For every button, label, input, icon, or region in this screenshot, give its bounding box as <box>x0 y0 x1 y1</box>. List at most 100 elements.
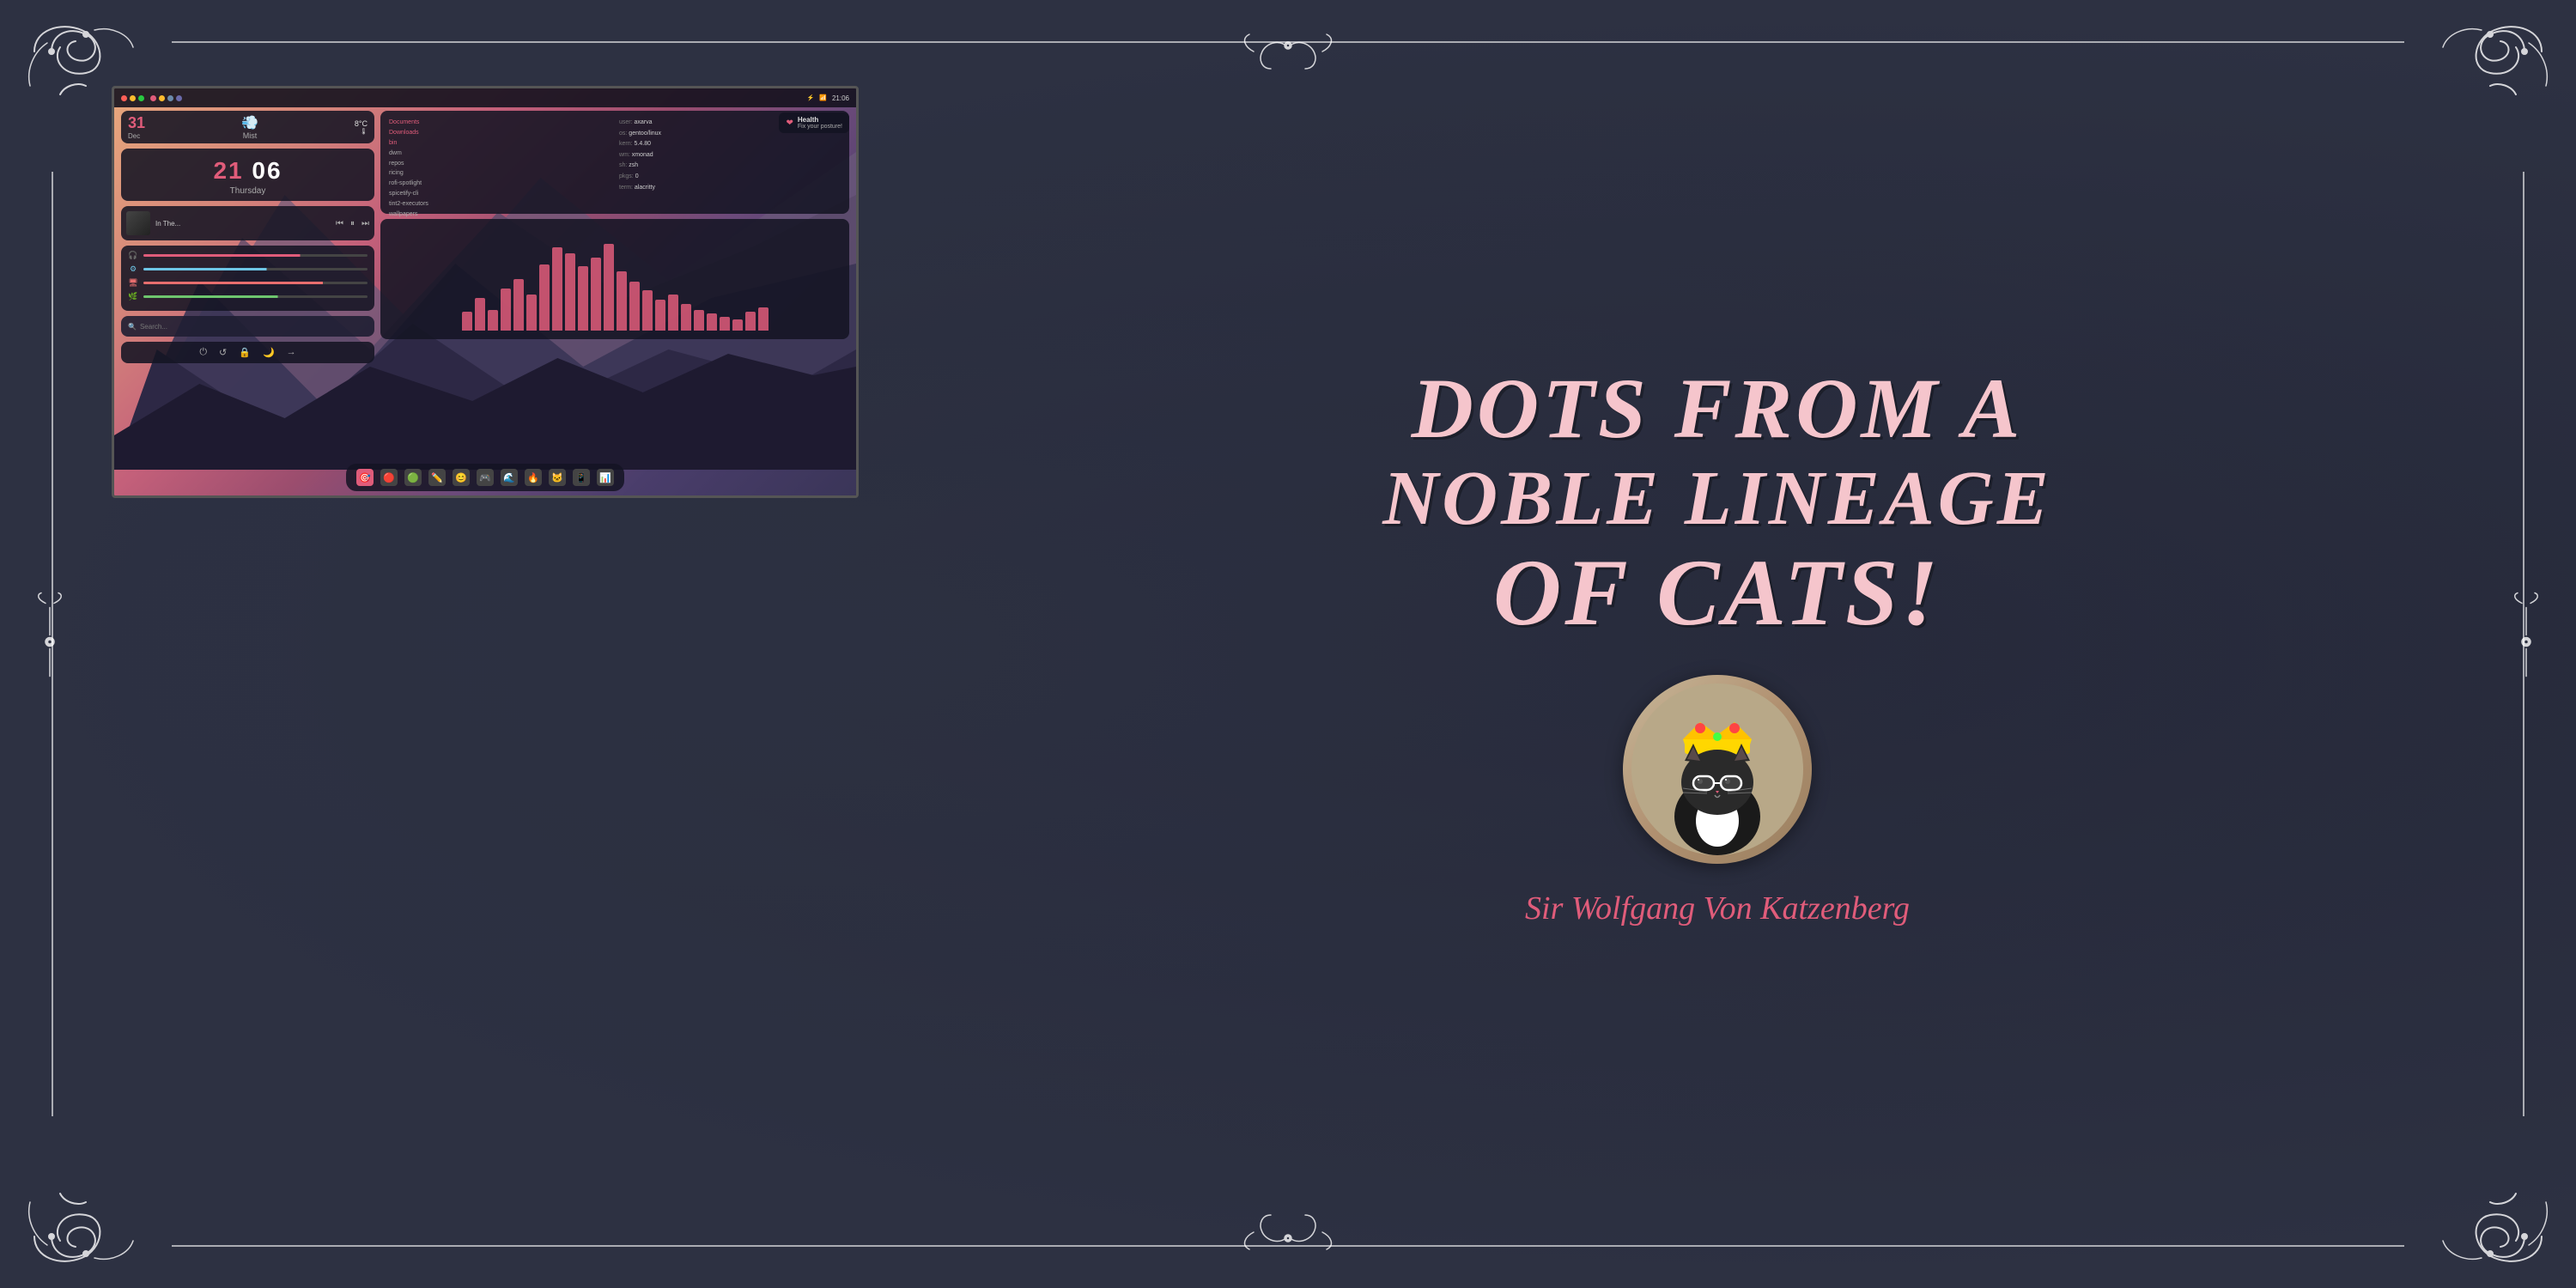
file-ricing: ricing <box>389 168 611 179</box>
music-thumbnail <box>126 211 150 235</box>
weather-month: Dec <box>128 132 145 140</box>
bar-9 <box>565 253 575 331</box>
top-bar-left <box>121 95 182 101</box>
bar-23 <box>745 312 756 331</box>
prev-button[interactable]: ⏮ <box>336 219 343 228</box>
battery-icon: ⚡ <box>807 94 815 101</box>
bar-11 <box>591 258 601 331</box>
weather-temp: 8°C 🌡 <box>355 119 368 135</box>
top-bar-right: ⚡ 📶 21:06 <box>807 94 849 102</box>
dock-icon-10[interactable]: 📱 <box>573 469 590 486</box>
health-message: Fix your posture! <box>798 124 842 130</box>
thermometer-icon: 🌡 <box>355 128 368 135</box>
bar-21 <box>720 317 730 331</box>
center-widgets: Documents Downloads bin dwm repos ricing… <box>380 111 849 344</box>
slider-headphone: 🎧 <box>128 251 368 260</box>
file-wallpapers: wallpapers <box>389 210 611 220</box>
dock-icon-6[interactable]: 🎮 <box>477 469 494 486</box>
title-line-3: of Cats! <box>1382 541 2052 645</box>
dock-icon-5[interactable]: 😊 <box>453 469 470 486</box>
border-right-line <box>2523 172 2524 1116</box>
dock-icon-8[interactable]: 🔥 <box>525 469 542 486</box>
dot6 <box>167 95 173 101</box>
file-bin: bin <box>389 138 611 149</box>
right-panel: Dots from a Noble Lineage of Cats! <box>945 69 2490 1219</box>
file-spice: spicetify-cli <box>389 189 611 199</box>
dock-icon-11[interactable]: 📊 <box>597 469 614 486</box>
bar-12 <box>604 244 614 331</box>
weather-icon-area: 💨 Mist <box>241 114 258 140</box>
bar-3 <box>488 310 498 331</box>
health-title: Health <box>798 116 842 124</box>
dock-icon-3[interactable]: 🟢 <box>404 469 422 486</box>
bar-4 <box>501 289 511 331</box>
wind-icon: 💨 <box>241 116 258 131</box>
sysinfo-wm: wm: xmonad <box>619 150 841 161</box>
sysinfo-pkgs: pkgs: 0 <box>619 172 841 183</box>
slider-plant: 🌿 <box>128 292 368 301</box>
bar-10 <box>578 266 588 331</box>
file-repos: repos <box>389 159 611 169</box>
file-dwm: dwm <box>389 149 611 159</box>
settings-slider[interactable] <box>143 268 368 270</box>
cat-avatar-container <box>1623 675 1812 864</box>
bar-5 <box>513 279 524 331</box>
headphone-slider[interactable] <box>143 254 368 257</box>
window-close-dot <box>121 95 127 101</box>
search-placeholder: Search... <box>140 323 167 331</box>
next-button[interactable]: ⏭ <box>361 219 369 228</box>
weather-widget: 31 Dec 💨 Mist 8°C 🌡 <box>121 111 374 143</box>
bar-19 <box>694 310 704 331</box>
desktop-screenshot-panel: ⚡ 📶 21:06 ❤ Health Fix your posture! 31 … <box>112 86 859 498</box>
dock-icon-7[interactable]: 🌊 <box>501 469 518 486</box>
weather-date: 31 Dec <box>128 114 145 140</box>
border-top-line <box>172 41 2404 43</box>
bar-14 <box>629 282 640 331</box>
bar-13 <box>617 271 627 331</box>
music-title: In The... <box>155 220 331 228</box>
sysinfo-sh: sh: zsh <box>619 161 841 172</box>
visualizer-widget <box>380 219 849 339</box>
plant-slider[interactable] <box>143 295 368 298</box>
dock-icon-9[interactable]: 🐱 <box>549 469 566 486</box>
file-rofi: rofi-spotlight <box>389 179 611 189</box>
top-bar: ⚡ 📶 21:06 <box>114 88 856 107</box>
pause-button[interactable]: ⏸ <box>350 219 355 228</box>
health-info: Health Fix your posture! <box>798 116 842 130</box>
headphone-icon: 🎧 <box>128 251 138 260</box>
search-widget[interactable]: 🔍 Search... <box>121 316 374 337</box>
sysinfo-term: term: alacritty <box>619 183 841 194</box>
dock-icon-1[interactable]: 🎯 <box>356 469 374 486</box>
lock-button[interactable]: 🔒 <box>239 347 251 358</box>
bottom-dock: 🎯 🔴 🟢 ✏️ 😊 🎮 🌊 🔥 🐱 📱 📊 <box>346 464 624 491</box>
logout-button[interactable]: → <box>287 347 296 358</box>
cat-svg <box>1631 683 1803 855</box>
corner-decoration-bl <box>17 1099 189 1271</box>
dock-icon-2[interactable]: 🔴 <box>380 469 398 486</box>
sysinfo-kern: kern: 5.4.80 <box>619 139 841 150</box>
refresh-button[interactable]: ↺ <box>219 347 227 358</box>
dot7 <box>176 95 182 101</box>
sliders-widget: 🎧 ⚙ 🖥 🌿 <box>121 246 374 311</box>
power-button[interactable]: ⏻ <box>199 347 207 358</box>
bar-chart <box>389 236 841 331</box>
wifi-icon: 📶 <box>819 94 827 101</box>
clock-widget: 21 06 Thursday <box>121 149 374 201</box>
display-slider[interactable] <box>143 282 368 284</box>
bar-16 <box>655 300 665 331</box>
clock-day: Thursday <box>128 186 368 196</box>
file-tint2: tint2-executors <box>389 199 611 210</box>
right-side-ornament <box>2509 591 2543 698</box>
dock-icon-4[interactable]: ✏️ <box>428 469 446 486</box>
clock-minutes: 06 <box>252 157 282 184</box>
bar-20 <box>707 313 717 331</box>
bar-17 <box>668 295 678 331</box>
desktop-screenshot: ⚡ 📶 21:06 ❤ Health Fix your posture! 31 … <box>112 86 859 498</box>
slider-display: 🖥 <box>128 278 368 288</box>
window-minimize-dot <box>130 95 136 101</box>
main-title: Dots from a Noble Lineage of Cats! <box>1382 361 2052 645</box>
sleep-button[interactable]: 🌙 <box>263 347 275 358</box>
system-buttons: ⏻ ↺ 🔒 🌙 → <box>121 342 374 363</box>
title-line-2: Noble Lineage <box>1382 456 2052 541</box>
clock-topbar: 21:06 <box>832 94 849 102</box>
